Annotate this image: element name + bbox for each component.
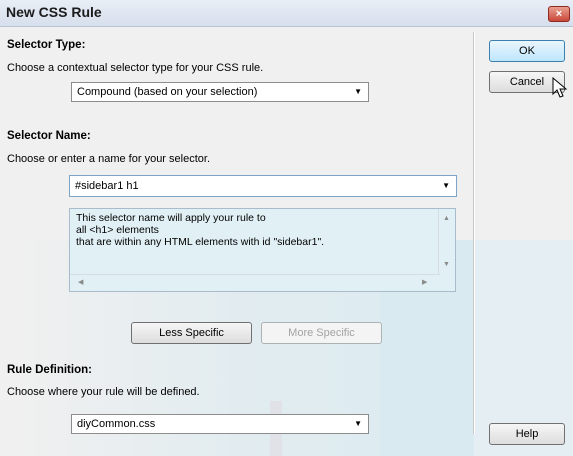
scroll-right-icon[interactable]: ▶ — [422, 278, 427, 286]
selector-type-value: Compound (based on your selection) — [77, 86, 258, 98]
selector-name-instruction: Choose or enter a name for your selector… — [7, 153, 210, 165]
mouse-pointer-icon — [552, 77, 568, 98]
vertical-scrollbar[interactable]: ▲ ▼ — [438, 209, 455, 275]
chevron-down-icon: ▼ — [354, 87, 362, 96]
selector-type-dropdown[interactable]: Compound (based on your selection) ▼ — [71, 82, 369, 102]
scroll-down-icon[interactable]: ▼ — [443, 261, 450, 268]
more-specific-button[interactable]: More Specific — [261, 322, 382, 344]
dialog-title: New CSS Rule — [6, 4, 102, 20]
selector-description-text: This selector name will apply your rule … — [76, 212, 325, 248]
help-button[interactable]: Help — [489, 423, 565, 445]
rule-definition-heading: Rule Definition: — [7, 364, 92, 376]
close-icon: × — [555, 8, 563, 20]
rule-definition-instruction: Choose where your rule will be defined. — [7, 386, 200, 398]
selector-name-input[interactable]: #sidebar1 h1 ▼ — [69, 175, 457, 197]
scroll-left-icon[interactable]: ◀ — [78, 278, 83, 286]
less-specific-button[interactable]: Less Specific — [131, 322, 252, 344]
rule-definition-dropdown[interactable]: diyCommon.css ▼ — [71, 414, 369, 434]
selector-description-box: This selector name will apply your rule … — [69, 208, 456, 292]
vertical-divider — [473, 32, 475, 434]
horizontal-scrollbar[interactable]: ◀ ▶ — [70, 274, 440, 291]
scroll-up-icon[interactable]: ▲ — [443, 215, 450, 222]
selector-name-heading: Selector Name: — [7, 130, 91, 142]
rule-definition-value: diyCommon.css — [77, 418, 156, 430]
chevron-down-icon: ▼ — [442, 181, 450, 190]
dialog-body: Selector Type: Choose a contextual selec… — [0, 27, 573, 456]
ok-button[interactable]: OK — [489, 40, 565, 62]
selector-type-heading: Selector Type: — [7, 39, 86, 51]
close-button[interactable]: × — [548, 6, 570, 22]
chevron-down-icon: ▼ — [354, 419, 362, 428]
title-bar: New CSS Rule × — [0, 0, 573, 27]
selector-type-instruction: Choose a contextual selector type for yo… — [7, 62, 264, 74]
selector-name-value: #sidebar1 h1 — [75, 180, 139, 192]
